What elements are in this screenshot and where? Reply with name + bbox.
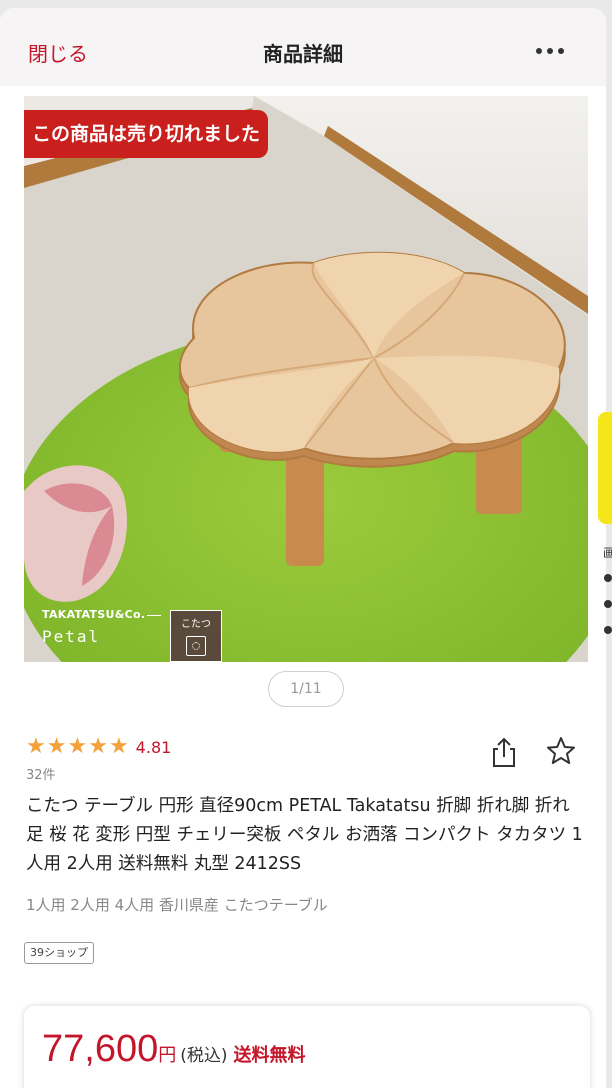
share-icon[interactable] — [490, 736, 518, 768]
page-title: 商品詳細 — [263, 42, 343, 66]
brand-name: Petal — [42, 627, 101, 646]
shop-badge: 39ショップ — [24, 942, 94, 964]
brand-logo: TAKATATSU&Co. Petal — [42, 608, 162, 646]
price-amount: 77,600 — [42, 1028, 159, 1070]
side-drawer-tab[interactable] — [598, 412, 612, 524]
tax-note: (税込) — [180, 1046, 228, 1066]
price-currency: 円 — [158, 1045, 177, 1066]
header-bar: 閉じる 商品詳細 — [0, 8, 606, 86]
more-options-icon[interactable] — [536, 46, 566, 56]
rating-row[interactable]: ★ ★ ★ ★ ★ 4.81 — [26, 736, 171, 758]
brand-company: TAKATATSU&Co. — [42, 608, 146, 621]
favorite-star-icon[interactable] — [546, 736, 576, 766]
side-bullet-icon — [604, 626, 612, 634]
star-icon: ★ — [46, 734, 67, 759]
star-icon: ★ — [88, 734, 108, 759]
rating-value: 4.81 — [135, 737, 172, 757]
star-icon: ★ — [67, 734, 88, 759]
price-card: 77,600円 (税込) 送料無料 — [24, 1006, 590, 1088]
image-pager: 1/11 — [268, 671, 344, 707]
side-bullet-icon — [604, 600, 612, 608]
product-title: こたつ テーブル 円形 直径90cm PETAL Takatatsu 折脚 折れ… — [26, 796, 583, 874]
sold-out-banner: この商品は売り切れました — [24, 110, 269, 158]
product-tags: 1人用 2人用 4人用 香川県産 こたつテーブル — [26, 896, 328, 914]
star-icon: ★ — [26, 734, 46, 759]
product-image[interactable]: この商品は売り切れました TAKATATSU&Co. Petal こたつ — [24, 96, 588, 662]
kotatsu-badge: こたつ — [170, 610, 222, 662]
kotatsu-badge-label: こたつ — [181, 619, 211, 630]
star-icon: ★ — [108, 734, 129, 759]
heater-icon — [186, 636, 206, 656]
review-count[interactable]: 32件 — [26, 764, 56, 783]
product-detail-sheet: 閉じる 商品詳細 この商品は売り切れました TAKATATSU&Co. Peta… — [0, 8, 606, 1088]
side-panel-text: 画 — [603, 546, 612, 560]
free-shipping-label: 送料無料 — [233, 1045, 306, 1066]
product-photo-illustration — [24, 96, 588, 662]
side-bullet-icon — [604, 574, 612, 582]
